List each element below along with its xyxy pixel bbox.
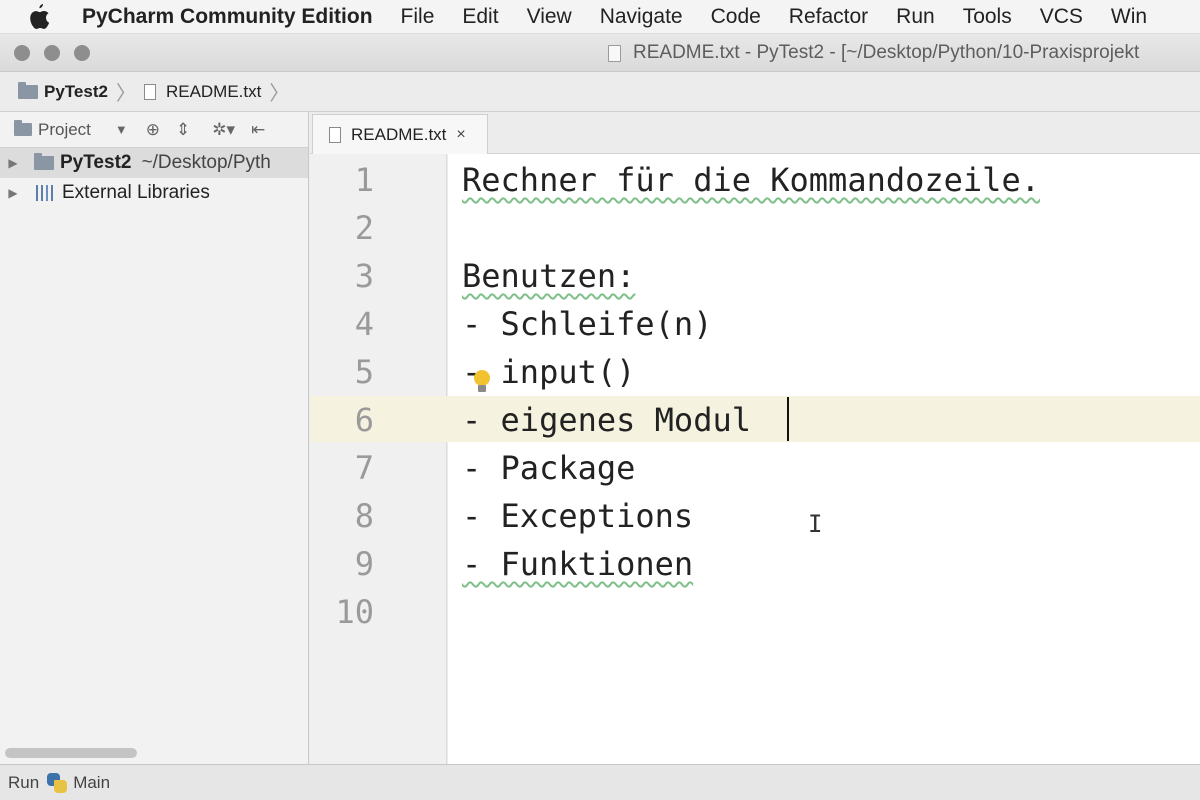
menu-navigate[interactable]: Navigate xyxy=(600,5,683,29)
line-number: 1 xyxy=(354,161,374,199)
libraries-icon xyxy=(36,185,56,201)
menu-file[interactable]: File xyxy=(401,5,435,29)
run-label[interactable]: Run xyxy=(8,773,39,793)
tab-readme[interactable]: README.txt × xyxy=(312,114,488,154)
app-name-menu[interactable]: PyCharm Community Edition xyxy=(82,5,373,29)
apple-icon[interactable] xyxy=(28,3,64,30)
lightbulb-icon[interactable] xyxy=(470,368,494,401)
close-window-button[interactable] xyxy=(14,45,30,61)
code-line[interactable]: - Package xyxy=(462,444,635,492)
menubar: PyCharm Community Edition File Edit View… xyxy=(0,0,1200,34)
project-panel: Project ▼ ⊕ ⇕ ✲▾ ⇤ ▶ PyTest2 ~/Desktop/P… xyxy=(0,112,309,764)
folder-icon xyxy=(34,153,54,170)
horizontal-scrollbar[interactable] xyxy=(5,748,137,758)
window-title: README.txt - PyTest2 - [~/Desktop/Python… xyxy=(608,42,1139,64)
expand-arrow-icon[interactable]: ▶ xyxy=(0,186,26,200)
current-line-highlight xyxy=(310,396,1200,442)
window-title-text: README.txt - PyTest2 - [~/Desktop/Python… xyxy=(633,42,1140,63)
chevron-right-icon: 〉 xyxy=(115,83,136,105)
menu-vcs[interactable]: VCS xyxy=(1040,5,1083,29)
tab-readme-label: README.txt xyxy=(351,124,447,144)
code-line[interactable]: - eigenes Modul xyxy=(462,396,751,444)
code-line[interactable]: - Funktionen xyxy=(462,540,693,588)
line-number: 9 xyxy=(354,545,374,583)
breadcrumb-file[interactable]: README.txt xyxy=(140,82,265,102)
tree-item-external-libraries-label: External Libraries xyxy=(62,182,210,203)
menu-run[interactable]: Run xyxy=(896,5,935,29)
line-number: 10 xyxy=(335,593,374,631)
breadcrumb-project[interactable]: PyTest2 xyxy=(14,81,112,102)
project-view-selector[interactable]: Project xyxy=(14,120,91,140)
breadcrumb-project-label: PyTest2 xyxy=(44,81,108,101)
line-number: 4 xyxy=(354,305,374,343)
line-number: 8 xyxy=(354,497,374,535)
mouse-ibeam-cursor: I xyxy=(808,510,823,538)
project-view-label: Project xyxy=(38,119,91,139)
folder-icon xyxy=(18,81,38,99)
collapse-all-icon[interactable]: ⇕ xyxy=(176,120,190,140)
file-icon xyxy=(143,83,156,100)
chevron-right-icon: 〉 xyxy=(269,83,290,105)
file-icon xyxy=(329,126,341,143)
close-tab-icon[interactable]: × xyxy=(456,126,465,144)
menu-tools[interactable]: Tools xyxy=(963,5,1012,29)
minimize-window-button[interactable] xyxy=(44,45,60,61)
tree-item-external-libraries[interactable]: ▶ External Libraries xyxy=(0,178,308,208)
project-toolbar: Project ▼ ⊕ ⇕ ✲▾ ⇤ xyxy=(0,112,308,148)
code-line[interactable]: Benutzen: xyxy=(462,252,635,300)
menu-edit[interactable]: Edit xyxy=(462,5,498,29)
hide-panel-icon[interactable]: ⇤ xyxy=(251,120,265,140)
zoom-window-button[interactable] xyxy=(74,45,90,61)
menu-refactor[interactable]: Refactor xyxy=(789,5,868,29)
code-line[interactable]: Rechner für die Kommandozeile. xyxy=(462,156,1040,204)
locate-target-icon[interactable]: ⊕ xyxy=(146,120,160,140)
gear-icon[interactable]: ✲▾ xyxy=(212,120,235,140)
run-config-label[interactable]: Main xyxy=(73,773,110,793)
document-icon xyxy=(608,44,621,62)
line-number: 6 xyxy=(354,401,374,439)
expand-arrow-icon[interactable]: ▶ xyxy=(0,156,26,170)
tree-item-project-root[interactable]: ▶ PyTest2 ~/Desktop/Pyth xyxy=(0,148,308,178)
folder-icon xyxy=(14,120,32,136)
window-titlebar[interactable]: README.txt - PyTest2 - [~/Desktop/Python… xyxy=(0,34,1200,72)
dropdown-arrow-icon[interactable]: ▼ xyxy=(115,122,128,137)
line-number: 7 xyxy=(354,449,374,487)
line-number: 3 xyxy=(354,257,374,295)
line-number: 5 xyxy=(354,353,374,391)
statusbar: Run Main xyxy=(0,764,1200,800)
python-icon xyxy=(47,772,68,793)
menu-window[interactable]: Win xyxy=(1111,5,1147,29)
text-caret xyxy=(787,397,789,441)
breadcrumb: PyTest2 〉 README.txt 〉 xyxy=(0,72,1200,112)
editor-tabs: README.txt × xyxy=(310,112,1200,154)
tree-item-project-name: PyTest2 xyxy=(60,152,132,173)
tree-item-project-path: ~/Desktop/Pyth xyxy=(141,152,271,173)
code-line[interactable]: - Schleife(n) xyxy=(462,300,712,348)
code-line[interactable]: - Exceptions xyxy=(462,492,693,540)
menu-view[interactable]: View xyxy=(527,5,572,29)
breadcrumb-file-label: README.txt xyxy=(165,81,262,101)
menu-code[interactable]: Code xyxy=(711,5,761,29)
line-number: 2 xyxy=(354,209,374,247)
